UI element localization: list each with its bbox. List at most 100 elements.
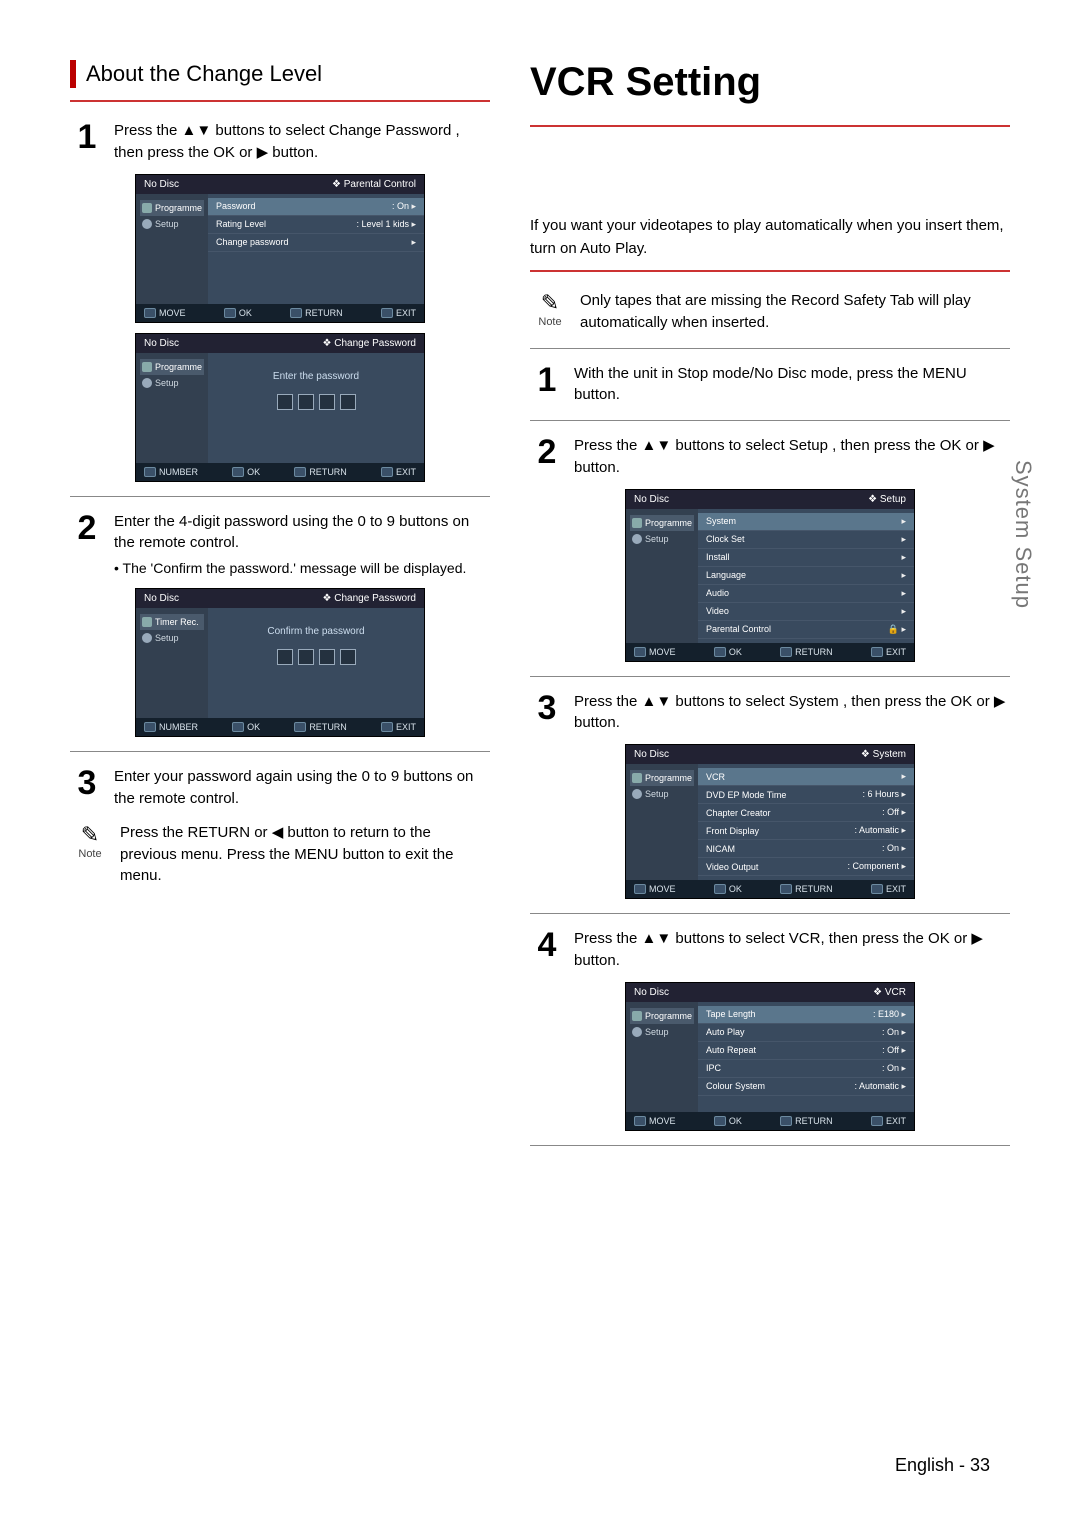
osd-sidebar: Timer Rec. Setup <box>136 608 208 718</box>
password-boxes <box>208 649 424 665</box>
osd-row: Auto Play: On ▸ <box>698 1024 914 1042</box>
chevron-right-icon: ▸ <box>899 1063 906 1073</box>
ok-icon <box>714 884 726 894</box>
osd-row-value: 🔒 ▸ <box>888 624 906 635</box>
chevron-right-icon: ▸ <box>899 807 906 817</box>
osd-side-label: Programme <box>155 203 202 213</box>
exit-icon <box>871 884 883 894</box>
osd-side-label: Programme <box>155 362 202 372</box>
left-column: About the Change Level 1 Press the ▲▼ bu… <box>70 60 490 1160</box>
exit-icon <box>381 467 393 477</box>
osd-row-value: : Automatic ▸ <box>854 825 906 836</box>
osd-row: Video Output: Component ▸ <box>698 858 914 876</box>
osd-row: Language ▸ <box>698 567 914 585</box>
osd-main: Password: On ▸Rating Level: Level 1 kids… <box>208 194 424 304</box>
osd-side-label: Programme <box>645 518 692 528</box>
chevron-right-icon: ▸ <box>411 237 416 247</box>
osd-side-label: Setup <box>645 1027 669 1037</box>
osd-side-label: Setup <box>155 633 179 643</box>
step-text: With the unit in Stop mode/No Disc mode,… <box>574 363 1010 407</box>
red-bar-icon <box>70 60 76 88</box>
osd-side-item: Programme <box>140 200 204 216</box>
ok-icon <box>224 308 236 318</box>
osd-row-value: ▸ <box>901 516 906 527</box>
osd-sidebar: ProgrammeSetup <box>626 1002 698 1112</box>
osd-row-label: Chapter Creator <box>706 808 771 818</box>
osd-row-value: : On ▸ <box>392 201 416 212</box>
osd-sidebar: Programme Setup <box>626 509 698 643</box>
osd-sidebar: Programme Setup <box>136 194 208 304</box>
step-number: 2 <box>530 435 564 479</box>
osd-row: System ▸ <box>698 513 914 531</box>
note-text: Only tapes that are missing the Record S… <box>580 290 1010 334</box>
osd-side-item: Setup <box>140 375 204 391</box>
osd-row-label: Colour System <box>706 1081 765 1091</box>
osd-setup: No Disc❖ Setup ProgrammeSetup System ▸Cl… <box>625 489 915 662</box>
return-icon <box>780 647 792 657</box>
osd-row-value: : On ▸ <box>882 1063 906 1074</box>
chevron-right-icon: ▸ <box>901 606 906 616</box>
osd-row-value: : On ▸ <box>882 843 906 854</box>
gear-icon <box>142 633 152 643</box>
gear-icon <box>632 1027 642 1037</box>
osd-row-label: Language <box>706 570 746 580</box>
chevron-right-icon: ▸ <box>899 1045 906 1055</box>
return-icon <box>294 722 306 732</box>
divider <box>530 270 1010 272</box>
osd-title-right: ❖ Change Password <box>323 338 416 349</box>
cam-icon <box>142 617 152 627</box>
page-footer: English - 33 <box>895 1455 990 1476</box>
osd-side-item: Setup <box>140 216 204 232</box>
osd-row-value: : Off ▸ <box>882 1045 906 1056</box>
osd-row-value: : Component ▸ <box>847 861 906 872</box>
step-text: Enter your password again using the 0 to… <box>114 766 490 810</box>
osd-row-label: Auto Play <box>706 1027 745 1037</box>
osd-row-label: Password <box>216 201 256 211</box>
osd-footer: MOVE OK RETURN EXIT <box>136 304 424 322</box>
osd-title-left: No Disc <box>634 987 669 998</box>
right-step-4: 4 Press the ▲▼ buttons to select VCR, th… <box>530 928 1010 972</box>
osd-row-value: ▸ <box>901 570 906 581</box>
number-icon <box>144 467 156 477</box>
osd-footer: MOVE OK RETURN EXIT <box>626 880 914 898</box>
osd-row-value: ▸ <box>901 606 906 617</box>
left-title: About the Change Level <box>86 61 322 87</box>
right-step-3: 3 Press the ▲▼ buttons to select System … <box>530 691 1010 735</box>
cam-icon <box>632 518 642 528</box>
divider <box>530 1145 1010 1146</box>
left-note: ✎ Note Press the RETURN or ◀ button to r… <box>70 822 490 887</box>
osd-title-right: ❖ System <box>861 749 906 760</box>
note-label: Note <box>530 316 570 328</box>
step-text: Press the ▲▼ buttons to select VCR, then… <box>574 928 1010 972</box>
osd-side-item: Setup <box>630 531 694 547</box>
osd-title-left: No Disc <box>634 749 669 760</box>
right-note: ✎ Note Only tapes that are missing the R… <box>530 290 1010 334</box>
osd-row: Password : On ▸ <box>208 198 424 216</box>
return-icon <box>780 1116 792 1126</box>
step-number: 1 <box>530 363 564 407</box>
step-number: 4 <box>530 928 564 972</box>
osd-change-password-enter: No Disc❖ Change Password ProgrammeSetup … <box>135 333 425 482</box>
chevron-right-icon: ▸ <box>899 825 906 835</box>
exit-icon <box>381 308 393 318</box>
chevron-right-icon: ▸ <box>901 516 906 526</box>
divider <box>70 751 490 752</box>
osd-row-label: IPC <box>706 1063 721 1073</box>
divider <box>530 125 1010 127</box>
osd-row-label: Audio <box>706 588 729 598</box>
chevron-right-icon: ▸ <box>899 624 906 634</box>
osd-row-label: NICAM <box>706 844 735 854</box>
gear-icon <box>632 789 642 799</box>
gear-icon <box>142 219 152 229</box>
osd-footer: NUMBER OK RETURN EXIT <box>136 463 424 481</box>
osd-side-label: Setup <box>155 378 179 388</box>
move-icon <box>144 308 156 318</box>
osd-side-label: Timer Rec. <box>155 617 199 627</box>
chevron-right-icon: ▸ <box>901 771 906 781</box>
osd-side-item: Programme <box>140 359 204 375</box>
osd-side-label: Setup <box>645 789 669 799</box>
cam-icon <box>142 203 152 213</box>
osd-row-label: Video <box>706 606 729 616</box>
password-boxes <box>208 394 424 410</box>
chevron-right-icon: ▸ <box>409 201 416 211</box>
